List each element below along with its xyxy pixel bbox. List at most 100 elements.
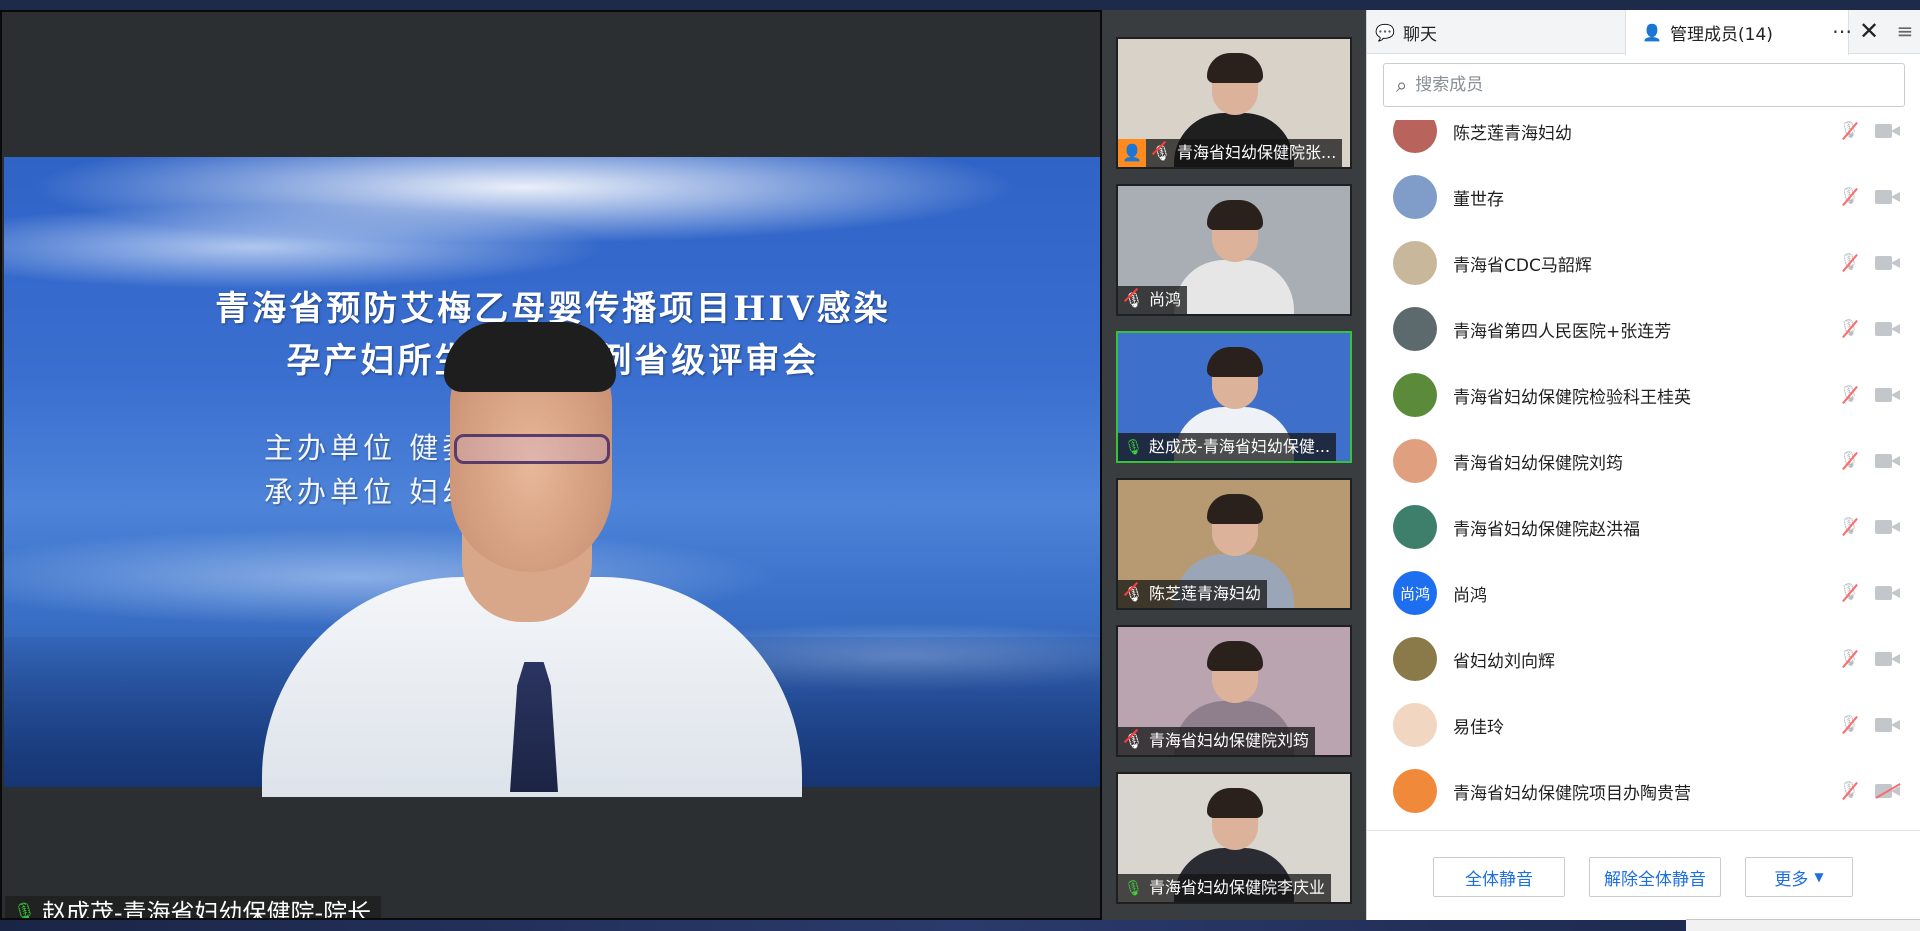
mic-muted-icon[interactable]: 🎙: [1839, 120, 1859, 142]
participant-thumbnail[interactable]: 🎙 陈芝莲青海妇幼: [1116, 477, 1352, 610]
search-box[interactable]: ⌕: [1383, 63, 1905, 107]
more-button-label: 更多: [1774, 869, 1809, 890]
thumbnail-label: 🎙 陈芝莲青海妇幼: [1118, 579, 1268, 608]
member-row[interactable]: 尚鸿 尚鸿 🎙: [1367, 560, 1920, 626]
avatar: [1393, 241, 1437, 285]
mute-all-button[interactable]: 全体静音: [1433, 857, 1565, 897]
member-name: 青海省妇幼保健院项目办陶贵营: [1453, 783, 1691, 804]
member-row[interactable]: 青海省妇幼保健院项目办陶贵营 🎙: [1367, 758, 1920, 824]
mic-muted-icon[interactable]: 🎙: [1839, 648, 1859, 670]
avatar: [1393, 637, 1437, 681]
member-row[interactable]: 青海省CDC马韶辉 🎙: [1367, 230, 1920, 296]
mic-muted-icon[interactable]: 🎙: [1839, 384, 1859, 406]
camera-icon[interactable]: [1875, 122, 1901, 140]
floating-toolbar[interactable]: [1686, 919, 1920, 931]
member-row[interactable]: 青海省妇幼保健院刘筠 🎙: [1367, 428, 1920, 494]
mic-on-icon: 🎙: [13, 902, 36, 920]
chat-icon: 💬: [1375, 22, 1395, 42]
member-row[interactable]: 青海省妇幼保健院检验科王桂英 🎙: [1367, 362, 1920, 428]
mic-muted-icon[interactable]: 🎙: [1839, 186, 1859, 208]
thumbnail-label: 🎙 赵成茂-青海省妇幼保健...: [1118, 432, 1337, 461]
thumbnail-label: 🎙 青海省妇幼保健院刘筠: [1118, 726, 1316, 755]
speaker-name: 赵成茂-青海省妇幼保健院-院长: [41, 899, 372, 920]
member-name: 陈芝莲青海妇幼: [1453, 123, 1572, 144]
tab-members[interactable]: 👤 管理成员(14): [1625, 10, 1849, 55]
participant-thumbnail[interactable]: 🎙 尚鸿: [1116, 183, 1352, 316]
thumbnail-name: 赵成茂-青海省妇幼保健...: [1149, 436, 1331, 456]
mic-muted-icon: 🎙: [1124, 727, 1143, 755]
member-row[interactable]: 陈芝莲青海妇幼 🎙: [1367, 120, 1920, 164]
speaker-figure: [192, 322, 832, 797]
tab-chat[interactable]: 💬 聊天: [1375, 10, 1615, 54]
thumbnail-name: 陈芝莲青海妇幼: [1149, 583, 1262, 603]
thumbnail-label: 🎙 尚鸿: [1118, 285, 1188, 314]
camera-icon[interactable]: [1875, 584, 1901, 602]
avatar: [1393, 307, 1437, 351]
member-row[interactable]: 青海省第四人民医院+张连芳 🎙: [1367, 296, 1920, 362]
member-row[interactable]: 董世存 🎙: [1367, 164, 1920, 230]
member-row[interactable]: 青海省妇幼保健院赵洪福 🎙: [1367, 494, 1920, 560]
camera-icon[interactable]: [1875, 320, 1901, 338]
camera-icon[interactable]: [1875, 386, 1901, 404]
member-name: 易佳玲: [1453, 717, 1504, 738]
more-button[interactable]: 更多 ▼: [1745, 857, 1853, 897]
camera-icon[interactable]: [1875, 650, 1901, 668]
thumbnail-name: 尚鸿: [1149, 289, 1182, 309]
participant-thumbnail-strip: 👤 🎙 青海省妇幼保健院张... 🎙 尚鸿 🎙 赵成茂-青海省妇幼保健... 🎙 陈芝莲青海妇幼…: [1102, 10, 1366, 920]
member-name: 青海省妇幼保健院检验科王桂英: [1453, 387, 1691, 408]
camera-icon[interactable]: [1875, 188, 1901, 206]
mic-muted-icon[interactable]: 🎙: [1839, 450, 1859, 472]
search-input[interactable]: [1415, 75, 1886, 95]
avatar-text: 尚鸿: [1399, 584, 1430, 603]
member-name: 青海省妇幼保健院赵洪福: [1453, 519, 1640, 540]
thumbnail-name: 青海省妇幼保健院刘筠: [1149, 730, 1310, 750]
member-name: 省妇幼刘向辉: [1453, 651, 1555, 672]
close-icon[interactable]: ✕: [1855, 16, 1883, 48]
thumbnail-name: 青海省妇幼保健院张...: [1177, 142, 1337, 162]
panel-tabs: 💬 聊天 👤 管理成员(14) ⋯ ✕ ≡: [1367, 10, 1920, 55]
camera-icon[interactable]: [1875, 716, 1901, 734]
participant-figure: [1174, 199, 1294, 314]
avatar: [1393, 439, 1437, 483]
mic-muted-icon[interactable]: 🎙: [1839, 318, 1859, 340]
avatar: [1393, 120, 1437, 153]
speaker-name-tag: 🎙 赵成茂-青海省妇幼保健院-院长: [5, 896, 382, 920]
mic-muted-icon[interactable]: 🎙: [1839, 516, 1859, 538]
avatar: [1393, 175, 1437, 219]
member-name: 尚鸿: [1453, 585, 1487, 606]
mic-muted-icon[interactable]: 🎙: [1839, 252, 1859, 274]
meeting-window: 青海省预防艾梅乙母婴传播项目HIV感染 孕产妇所生儿童 案例省级评审会 主办单位…: [0, 0, 1920, 931]
member-name: 青海省CDC马韶辉: [1453, 255, 1592, 276]
more-options-icon[interactable]: ⋯: [1831, 18, 1853, 46]
avatar: [1393, 769, 1437, 813]
desktop-background-strip: [0, 920, 1920, 931]
main-video[interactable]: 青海省预防艾梅乙母婴传播项目HIV感染 孕产妇所生儿童 案例省级评审会 主办单位…: [0, 10, 1102, 920]
avatar: 尚鸿: [1393, 571, 1437, 615]
member-name: 董世存: [1453, 189, 1504, 210]
member-row[interactable]: 省妇幼刘向辉 🎙: [1367, 626, 1920, 692]
camera-icon[interactable]: [1875, 254, 1901, 272]
mic-muted-icon: 🎙: [1124, 286, 1143, 314]
participant-thumbnail[interactable]: 🎙 青海省妇幼保健院李庆业: [1116, 771, 1352, 904]
camera-icon[interactable]: [1875, 518, 1901, 536]
participant-thumbnail[interactable]: 🎙 青海省妇幼保健院刘筠: [1116, 624, 1352, 757]
mic-muted-icon[interactable]: 🎙: [1839, 714, 1859, 736]
thumbnail-label: 👤 🎙 青海省妇幼保健院张...: [1118, 138, 1343, 167]
avatar: [1393, 703, 1437, 747]
mic-muted-icon[interactable]: 🎙: [1839, 780, 1859, 802]
mic-muted-icon[interactable]: 🎙: [1839, 582, 1859, 604]
host-icon: 👤: [1118, 138, 1146, 167]
side-panel: 💬 聊天 👤 管理成员(14) ⋯ ✕ ≡ ⌕ 陈芝莲青海妇幼🎙董世存🎙青海省C…: [1366, 10, 1920, 920]
participant-thumbnail[interactable]: 👤 🎙 青海省妇幼保健院张...: [1116, 36, 1352, 169]
mic-muted-icon: 🎙: [1152, 139, 1171, 167]
participant-thumbnail[interactable]: 🎙 赵成茂-青海省妇幼保健...: [1116, 330, 1352, 463]
member-row[interactable]: 易佳玲 🎙: [1367, 692, 1920, 758]
menu-icon[interactable]: ≡: [1891, 16, 1919, 48]
camera-icon[interactable]: [1875, 782, 1901, 800]
unmute-all-button[interactable]: 解除全体静音: [1589, 857, 1721, 897]
mic-muted-icon: 🎙: [1124, 580, 1143, 608]
avatar: [1393, 505, 1437, 549]
camera-icon[interactable]: [1875, 452, 1901, 470]
member-name: 青海省第四人民医院+张连芳: [1453, 321, 1672, 342]
caret-down-icon: ▼: [1814, 870, 1824, 884]
